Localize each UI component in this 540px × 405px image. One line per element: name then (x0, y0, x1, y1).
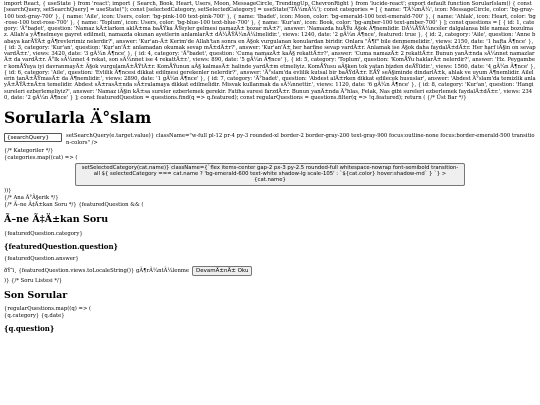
featured-answer: {featuredQuestion.answer} (4, 255, 79, 262)
categories-map-close: ))} (4, 187, 12, 194)
regular-questions-map: {regularQuestions.map((q) => ( (4, 305, 92, 312)
page-root: import React, { useState } from 'react';… (0, 0, 540, 334)
featured-heading: Ã–ne Ã‡Ä±kan Soru (4, 214, 109, 226)
recent-heading: Son Sorular (4, 290, 68, 302)
featured-meta-line: ðŸ‘ï¸ {featuredQuestion.views.toLocaleSt… (4, 266, 536, 277)
views-text: ðŸ‘ï¸ {featuredQuestion.views.toLocaleSt… (4, 268, 190, 275)
code-preamble: import React, { useState } from 'react';… (4, 1, 536, 101)
featured-category: {featuredQuestion.category} (4, 231, 83, 238)
search-input-trailing-code: setSearchQuery(e.target.value)} classNam… (66, 133, 535, 146)
categories-comment: {/* Kategoriler */} (4, 147, 54, 154)
categories-map-open: {categories.map((cat) => ( (4, 155, 78, 162)
featured-close-comment: )} {/* Soru Listesi */} (4, 278, 63, 285)
featured-question-title: {featuredQuestion.question} (4, 241, 119, 251)
page-title: Sorularla Ä°slam (4, 108, 152, 127)
featured-comment: {/* Ã–ne Ã‡Ä±kan Soru */} {featuredQuest… (4, 202, 144, 209)
question-category-date: {q.category} {q.date} (4, 312, 65, 319)
search-bar: setSearchQuery(e.target.value)} classNam… (4, 133, 536, 146)
category-button[interactable]: setSelectedCategory(cat.name)} className… (75, 163, 465, 186)
main-content-comment: {/* Ana Ä°Ã§erik */} (4, 194, 59, 201)
read-more-button[interactable]: DevamÄ±nÄ± Oku (192, 266, 253, 277)
search-input[interactable] (4, 133, 62, 143)
question-title: {q.question} (4, 324, 55, 334)
